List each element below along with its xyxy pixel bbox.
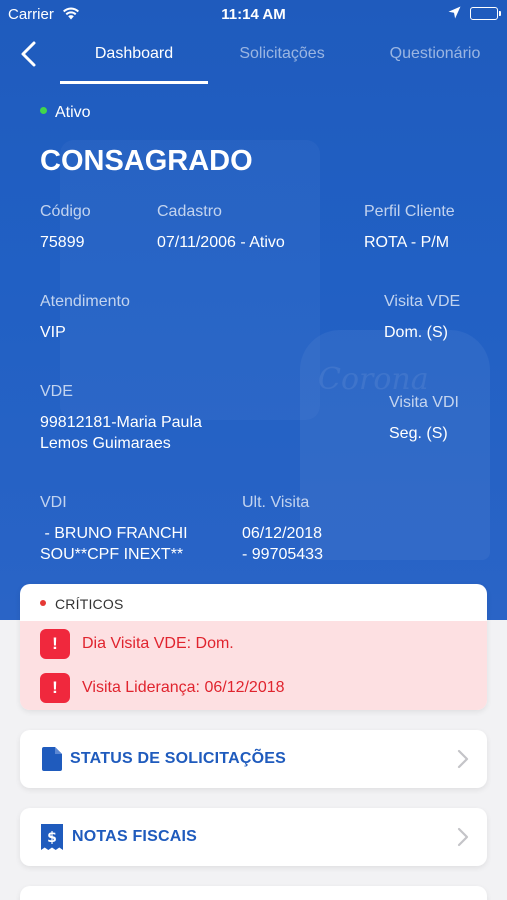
menu-label: NOTAS FISCAIS [72,828,197,845]
field-value: VIP [40,324,66,341]
field-label: Ult. Visita [242,494,310,511]
document-icon [40,746,64,772]
ios-status-bar: Carrier 11:14 AM [0,0,507,28]
client-status: Ativo [40,104,91,122]
battery-icon [470,7,501,20]
active-tab-indicator [60,81,208,84]
back-button[interactable] [18,40,42,70]
field-label: Código [40,203,91,220]
field-label: Visita VDE [384,293,461,310]
field-vdi: VDI - BRUNO FRANCHI SOU**CPF INEXT** [40,494,188,565]
field-ult-visita: Ult. Visita 06/12/2018 - 99705433 [242,494,323,565]
critical-dot [40,600,46,607]
field-label: VDI [40,494,67,511]
background-photo-watermark: Corona [318,362,429,397]
field-visita-vde: Visita VDE Dom. (S) [384,293,460,343]
field-value-line1: 06/12/2018 [242,525,323,542]
field-label: VDE [40,383,73,400]
chevron-left-icon [21,41,36,67]
client-name: CONSAGRADO [40,145,253,177]
field-cadastro: Cadastro 07/11/2006 - Ativo [157,203,285,253]
critical-item-text: Visita Liderança: 06/12/2018 [82,679,285,696]
background-photo-overlay [60,140,320,420]
field-codigo: Código 75899 [40,203,91,253]
tab-dashboard[interactable]: Dashboard [60,45,208,63]
menu-notas-fiscais[interactable]: $ NOTAS FISCAIS [20,808,487,866]
location-arrow-icon [448,6,461,23]
criticos-header: CRÍTICOS [20,584,487,621]
menu-status-solicitacoes[interactable]: STATUS DE SOLICITAÇÕES [20,730,487,788]
field-label: Perfil Cliente [364,203,455,220]
field-value: Dom. (S) [384,324,448,341]
field-label: Atendimento [40,293,130,310]
critical-item: ! Dia Visita VDE: Dom. [40,629,234,659]
svg-text:$: $ [47,830,57,846]
field-value: 75899 [40,234,85,251]
field-value: ROTA - P/M [364,234,450,251]
field-value-line1: 99812181-Maria Paula [40,414,202,431]
field-perfil-cliente: Perfil Cliente ROTA - P/M [364,203,455,253]
tab-solicitacoes[interactable]: Solicitações [230,45,334,63]
menu-card-partial[interactable] [20,886,487,900]
field-value: Seg. (S) [389,425,448,442]
receipt-icon: $ [40,824,64,850]
criticos-title: CRÍTICOS [55,596,124,612]
field-value-line1: - BRUNO FRANCHI [40,525,188,542]
field-label: Cadastro [157,203,222,220]
field-value-line2: SOU**CPF INEXT** [40,546,184,563]
field-value-line2: - 99705433 [242,546,323,563]
field-visita-vdi: Visita VDI Seg. (S) [389,394,459,444]
menu-label: STATUS DE SOLICITAÇÕES [70,750,286,767]
top-navigation: Dashboard Solicitações Questionário [0,30,507,84]
field-value: 07/11/2006 - Ativo [157,234,285,251]
active-status-dot [40,107,47,115]
criticos-card: CRÍTICOS ! Dia Visita VDE: Dom. ! Visita… [20,584,487,710]
exclamation-icon: ! [40,673,70,703]
critical-item-text: Dia Visita VDE: Dom. [82,635,234,652]
field-vde: VDE 99812181-Maria Paula Lemos Guimaraes [40,383,202,454]
criticos-list: ! Dia Visita VDE: Dom. ! Visita Lideranç… [20,621,487,710]
chevron-right-icon [457,827,469,847]
field-label: Visita VDI [389,394,459,411]
critical-item: ! Visita Liderança: 06/12/2018 [40,673,285,703]
client-status-label: Ativo [55,104,91,121]
field-value-line2: Lemos Guimaraes [40,435,171,452]
field-atendimento: Atendimento VIP [40,293,130,343]
tab-questionario[interactable]: Questionário [380,45,490,63]
clock: 11:14 AM [221,6,286,23]
exclamation-icon: ! [40,629,70,659]
chevron-right-icon [457,749,469,769]
